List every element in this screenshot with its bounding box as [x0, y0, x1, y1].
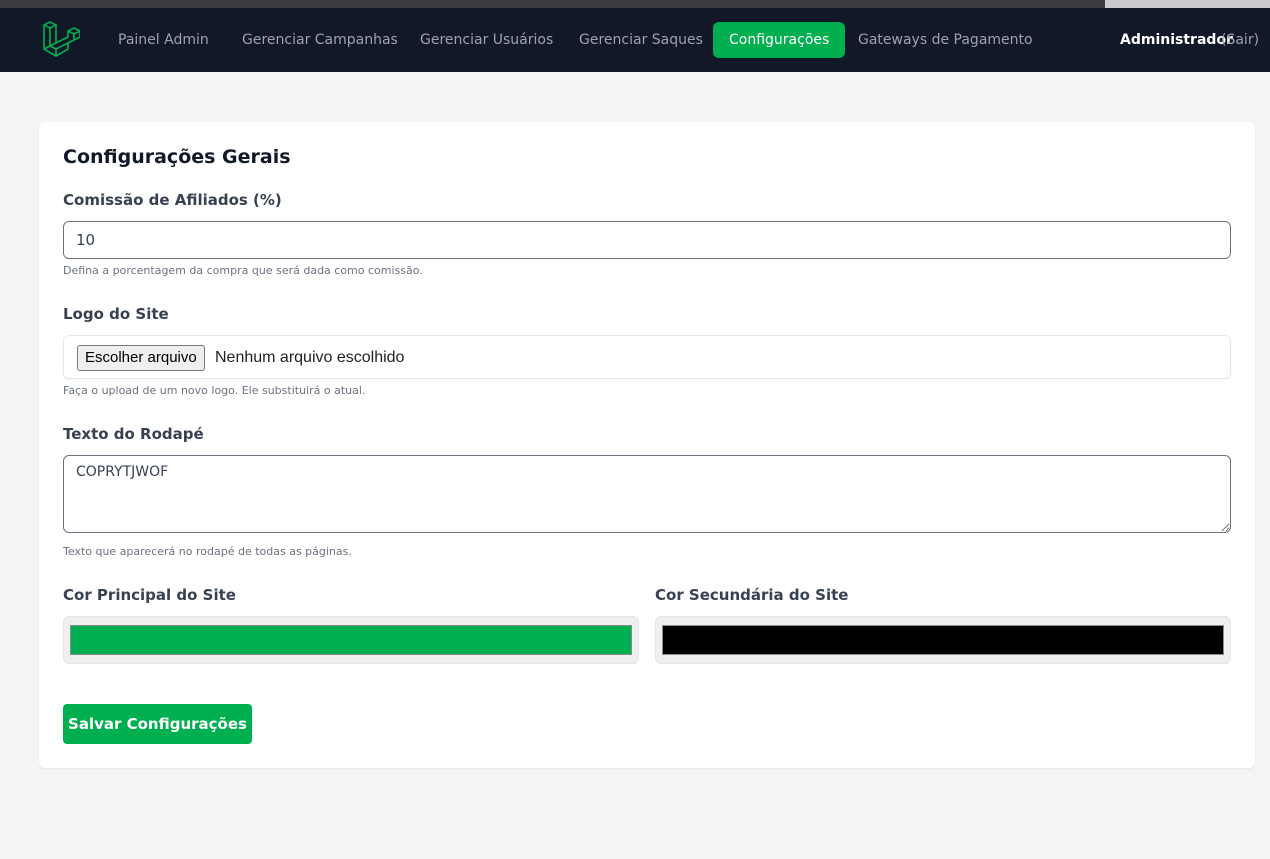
- nav-item-gerenciar-saques[interactable]: Gerenciar Saques: [563, 22, 719, 58]
- footer-textarea[interactable]: COPRYTJWOF: [63, 455, 1231, 533]
- footer-label: Texto do Rodapé: [63, 425, 204, 443]
- secondary-color-picker[interactable]: [655, 616, 1231, 664]
- browser-top-strip: [0, 0, 1270, 8]
- file-status-text: Nenhum arquivo escolhido: [215, 349, 405, 366]
- user-name: Administrador: [1120, 32, 1233, 48]
- nav-item-gerenciar-usuarios[interactable]: Gerenciar Usuários: [404, 22, 569, 58]
- secondary-color-swatch: [662, 625, 1224, 655]
- nav-item-painel-admin[interactable]: Painel Admin: [102, 22, 225, 58]
- navbar: Painel Admin Gerenciar Campanhas Gerenci…: [0, 8, 1270, 72]
- nav-item-configuracoes[interactable]: Configurações: [713, 22, 846, 58]
- settings-card: Configurações Gerais Comissão de Afiliad…: [39, 122, 1255, 768]
- primary-color-swatch: [70, 625, 632, 655]
- footer-help: Texto que aparecerá no rodapé de todas a…: [63, 545, 352, 558]
- logout-link[interactable]: (Sair): [1221, 22, 1259, 58]
- nav-item-gateways-de-pagamento[interactable]: Gateways de Pagamento: [842, 22, 1049, 58]
- browser-top-strip-light: [1105, 0, 1270, 8]
- commission-input[interactable]: [63, 221, 1231, 259]
- page-title: Configurações Gerais: [63, 146, 291, 168]
- primary-color-picker[interactable]: [63, 616, 639, 664]
- logo-file-input[interactable]: Escolher arquivo Nenhum arquivo escolhid…: [63, 335, 1231, 379]
- choose-file-button[interactable]: Escolher arquivo: [77, 345, 205, 371]
- commission-label: Comissão de Afiliados (%): [63, 191, 282, 209]
- logo-label: Logo do Site: [63, 305, 169, 323]
- laravel-logo-icon[interactable]: [40, 21, 80, 59]
- nav-item-gerenciar-campanhas[interactable]: Gerenciar Campanhas: [226, 22, 414, 58]
- logo-help: Faça o upload de um novo logo. Ele subst…: [63, 384, 366, 397]
- secondary-color-label: Cor Secundária do Site: [655, 586, 849, 604]
- primary-color-label: Cor Principal do Site: [63, 586, 236, 604]
- commission-help: Defina a porcentagem da compra que será …: [63, 264, 423, 277]
- save-settings-button[interactable]: Salvar Configurações: [63, 704, 252, 744]
